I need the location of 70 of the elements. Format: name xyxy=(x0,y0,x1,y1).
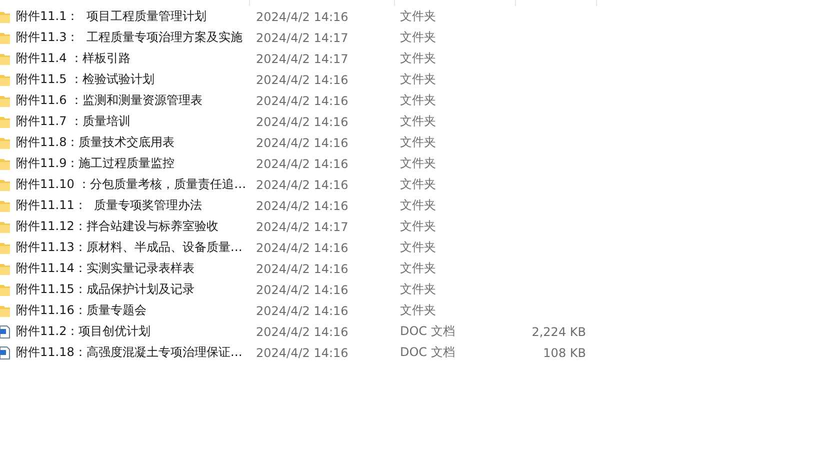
file-type: 文件夹 xyxy=(400,303,436,317)
file-name: 附件11.9：施工过程质量监控 xyxy=(16,156,175,170)
file-type: DOC 文档 xyxy=(400,324,455,338)
file-name: 附件11.16：质量专题会 xyxy=(16,303,146,317)
file-type: 文件夹 xyxy=(400,30,436,44)
file-type: 文件夹 xyxy=(400,240,436,254)
file-name: 附件11.4 ：样板引路 xyxy=(16,51,131,65)
modified-date: 2024/4/2 14:16 xyxy=(256,94,348,108)
folder-icon xyxy=(0,94,10,108)
file-name: 附件11.12：拌合站建设与标养室验收 xyxy=(16,219,218,233)
modified-date: 2024/4/2 14:16 xyxy=(256,304,348,318)
modified-date: 2024/4/2 14:16 xyxy=(256,10,348,24)
folder-icon xyxy=(0,198,10,212)
file-name: 附件11.6 ：监测和测量资源管理表 xyxy=(16,93,203,107)
folder-icon xyxy=(0,30,10,44)
file-type: 文件夹 xyxy=(400,156,436,170)
file-type: 文件夹 xyxy=(400,219,436,233)
folder-icon xyxy=(0,304,10,318)
modified-date: 2024/4/2 14:16 xyxy=(256,240,348,254)
file-name: 附件11.18：高强度混凝土专项治理保证… xyxy=(16,345,242,359)
modified-date: 2024/4/2 14:16 xyxy=(256,346,348,360)
modified-date: 2024/4/2 14:16 xyxy=(256,178,348,192)
folder-icon xyxy=(0,52,10,66)
folder-icon xyxy=(0,262,10,276)
folder-icon xyxy=(0,10,10,24)
folder-icon xyxy=(0,114,10,128)
folder-icon xyxy=(0,72,10,86)
file-size: 108 KB xyxy=(543,346,586,360)
file-type: 文件夹 xyxy=(400,135,436,149)
folder-icon xyxy=(0,178,10,192)
modified-date: 2024/4/2 14:17 xyxy=(256,30,348,44)
file-name: 附件11.1： 项目工程质量管理计划 xyxy=(16,9,206,23)
folder-icon xyxy=(0,156,10,170)
word-document-icon xyxy=(0,346,10,360)
modified-date: 2024/4/2 14:16 xyxy=(256,136,348,150)
file-name: 附件11.2：项目创优计划 xyxy=(16,324,151,338)
folder-icon xyxy=(0,136,10,150)
modified-date: 2024/4/2 14:16 xyxy=(256,282,348,296)
file-type: 文件夹 xyxy=(400,114,436,128)
file-name: 附件11.3： 工程质量专项治理方案及实施 xyxy=(16,30,242,44)
file-type: 文件夹 xyxy=(400,72,436,86)
folder-icon xyxy=(0,282,10,296)
file-type: 文件夹 xyxy=(400,9,436,23)
file-size: 2,224 KB xyxy=(532,324,586,338)
modified-date: 2024/4/2 14:16 xyxy=(256,198,348,212)
file-type: 文件夹 xyxy=(400,198,436,212)
file-type: 文件夹 xyxy=(400,51,436,65)
modified-date: 2024/4/2 14:16 xyxy=(256,324,348,338)
modified-date: 2024/4/2 14:16 xyxy=(256,114,348,128)
file-name: 附件11.15：成品保护计划及记录 xyxy=(16,282,194,296)
file-type: DOC 文档 xyxy=(400,345,455,359)
file-name: 附件11.8：质量技术交底用表 xyxy=(16,135,175,149)
modified-date: 2024/4/2 14:16 xyxy=(256,262,348,276)
file-type: 文件夹 xyxy=(400,261,436,275)
folder-icon xyxy=(0,220,10,234)
file-type: 文件夹 xyxy=(400,93,436,107)
file-name: 附件11.10 ：分包质量考核，质量责任追… xyxy=(16,177,246,191)
modified-date: 2024/4/2 14:17 xyxy=(256,220,348,234)
word-document-icon xyxy=(0,324,10,338)
file-name: 附件11.11： 质量专项奖管理办法 xyxy=(16,198,202,212)
file-name: 附件11.7 ：质量培训 xyxy=(16,114,131,128)
modified-date: 2024/4/2 14:16 xyxy=(256,156,348,170)
modified-date: 2024/4/2 14:16 xyxy=(256,72,348,86)
file-name: 附件11.14：实测实量记录表样表 xyxy=(16,261,194,275)
file-type: 文件夹 xyxy=(400,282,436,296)
modified-date: 2024/4/2 14:17 xyxy=(256,52,348,66)
file-name: 附件11.13：原材料、半成品、设备质量… xyxy=(16,240,242,254)
file-type: 文件夹 xyxy=(400,177,436,191)
file-name: 附件11.5 ：检验试验计划 xyxy=(16,72,155,86)
folder-icon xyxy=(0,240,10,254)
